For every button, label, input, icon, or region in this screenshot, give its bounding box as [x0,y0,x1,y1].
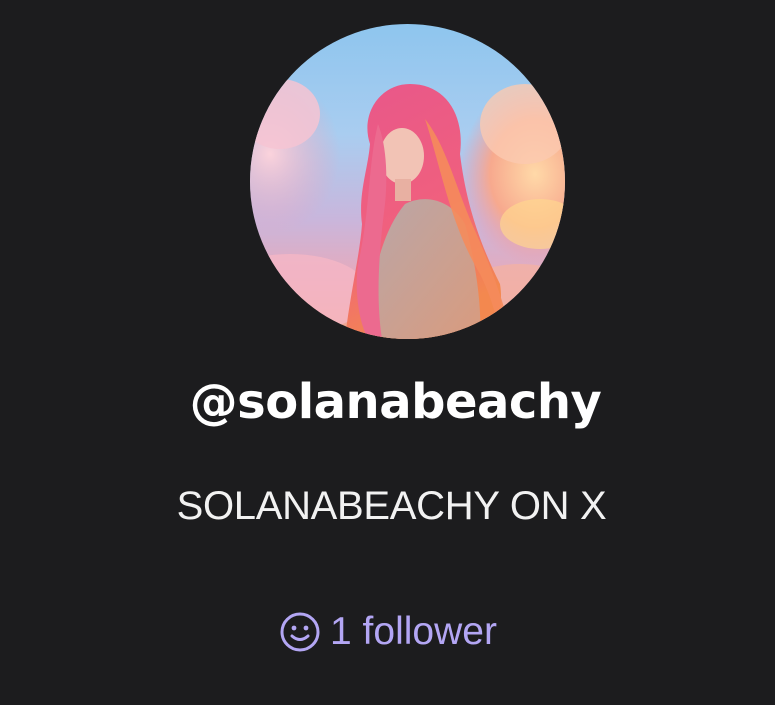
profile-photo [250,74,565,339]
profile-card: @solanabeachy SOLANABEACHY ON X 1 follow… [0,0,775,705]
profile-subtitle: SOLANABEACHY ON X [176,484,607,528]
followers-link[interactable]: 1 follower [0,604,775,660]
avatar[interactable] [250,24,565,339]
username: @solanabeachy [189,374,602,430]
smiley-face-icon [278,610,322,654]
followers-count-label: 1 follower [330,610,497,653]
